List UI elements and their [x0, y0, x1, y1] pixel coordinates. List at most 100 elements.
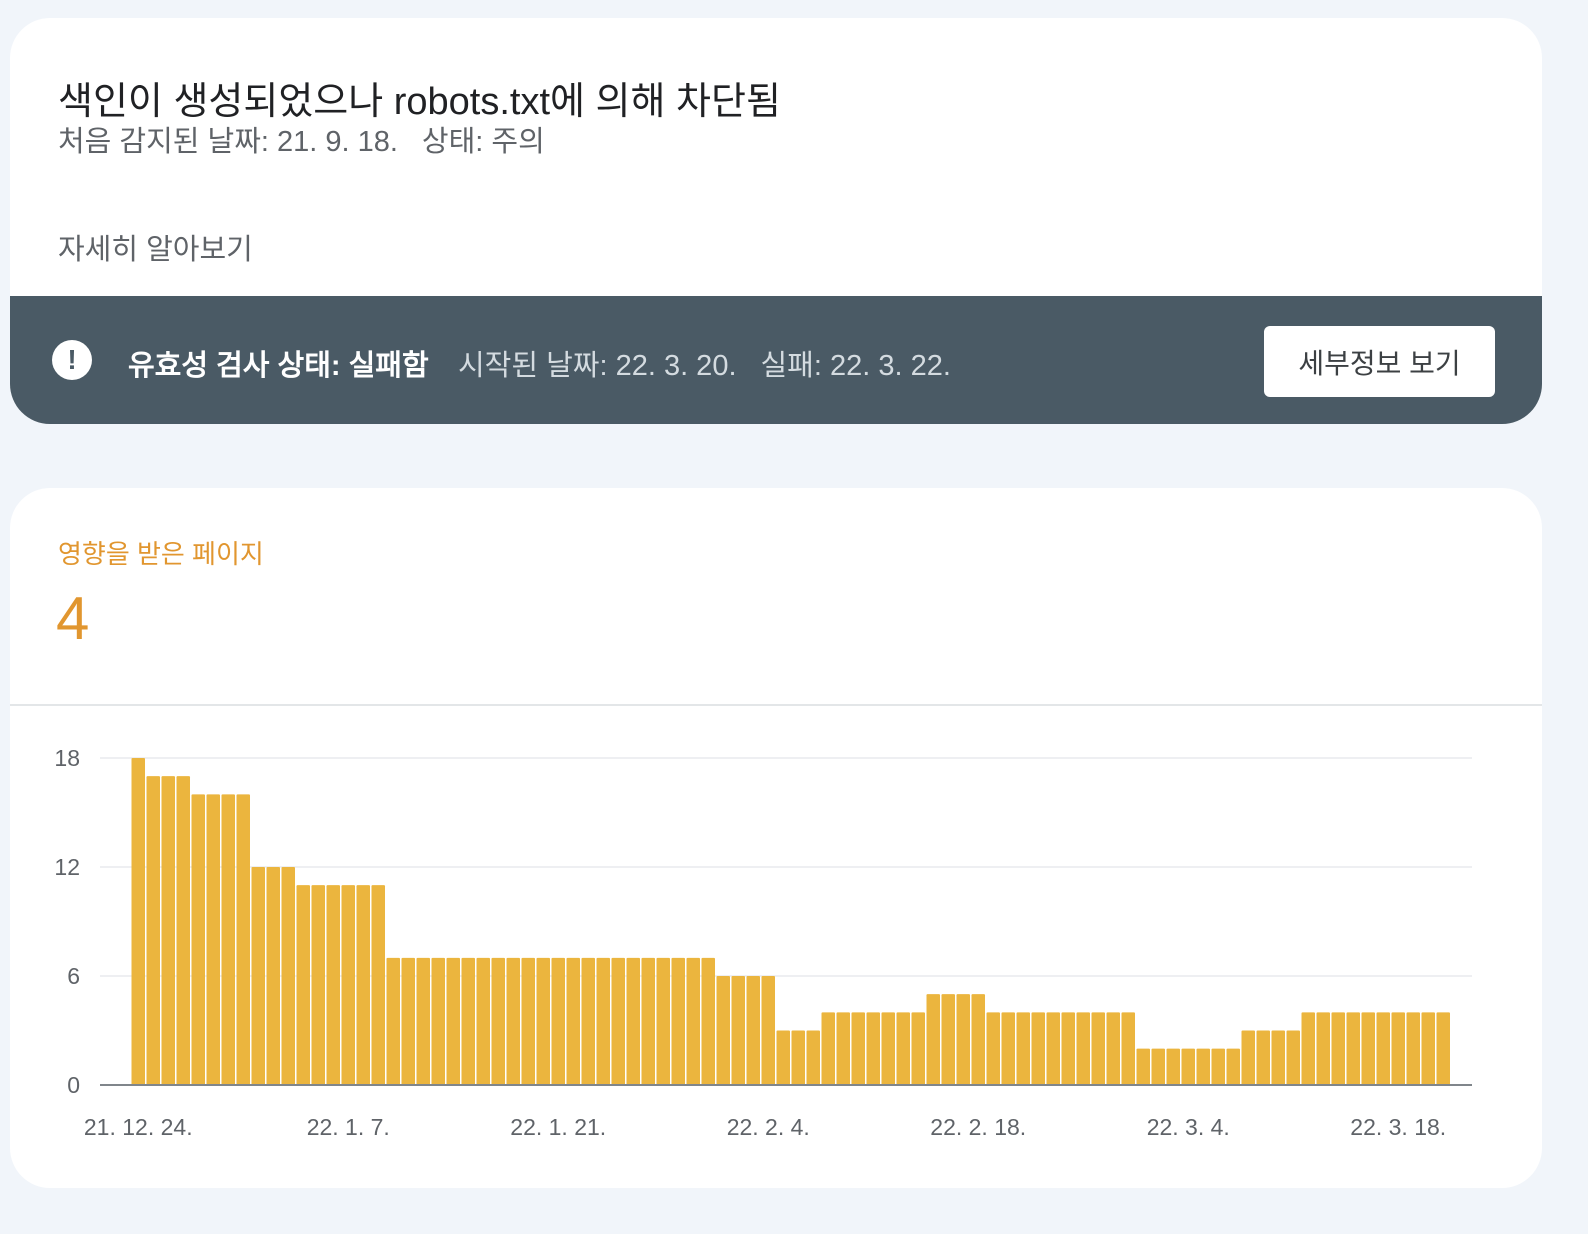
bar — [1256, 1030, 1270, 1085]
affected-pages-label: 영향을 받은 페이지 — [58, 539, 264, 569]
x-tick-label: 22. 1. 7. — [307, 1114, 390, 1140]
bar — [1196, 1048, 1210, 1085]
validation-meta: 시작된 날짜: 22. 3. 20. 실패: 22. 3. 22. — [458, 342, 951, 384]
bar — [356, 885, 370, 1085]
bar — [806, 1030, 820, 1085]
bar — [791, 1030, 805, 1085]
validation-failed-date: 실패: 22. 3. 22. — [760, 350, 951, 382]
alert-circle-icon: ! — [52, 340, 92, 380]
bar — [1361, 1012, 1375, 1085]
bar — [266, 867, 280, 1085]
bar — [971, 994, 985, 1085]
bar — [1331, 1012, 1345, 1085]
bar — [1151, 1048, 1165, 1085]
first-detected-date: 처음 감지된 날짜: 21. 9. 18. — [58, 126, 398, 158]
bar — [626, 957, 640, 1085]
bar — [506, 957, 520, 1085]
bar — [1001, 1012, 1015, 1085]
bar — [431, 957, 445, 1085]
bar — [566, 957, 580, 1085]
bar — [1181, 1048, 1195, 1085]
x-tick-label: 22. 2. 4. — [727, 1114, 810, 1140]
x-tick-label: 22. 3. 18. — [1350, 1114, 1446, 1140]
bar — [296, 885, 310, 1085]
bar — [311, 885, 325, 1085]
bar — [476, 957, 490, 1085]
bar — [836, 1012, 850, 1085]
x-tick-label: 22. 2. 18. — [930, 1114, 1026, 1140]
bar — [176, 776, 190, 1085]
x-tick-label: 22. 1. 21. — [510, 1114, 606, 1140]
bar — [1301, 1012, 1315, 1085]
bar — [1106, 1012, 1120, 1085]
affected-pages-count: 4 — [56, 585, 90, 652]
bar — [551, 957, 565, 1085]
learn-more-link[interactable]: 자세히 알아보기 — [58, 226, 253, 268]
bar — [1091, 1012, 1105, 1085]
bar — [1286, 1030, 1300, 1085]
bar — [536, 957, 550, 1085]
bar — [221, 794, 235, 1085]
issue-title: 색인이 생성되었으나 robots.txt에 의해 차단됨 — [58, 81, 781, 123]
bar — [1076, 1012, 1090, 1085]
bar — [656, 957, 670, 1085]
x-tick-label: 22. 3. 4. — [1147, 1114, 1230, 1140]
bar — [1061, 1012, 1075, 1085]
bar — [701, 957, 715, 1085]
bar — [1436, 1012, 1450, 1085]
bar — [371, 885, 385, 1085]
validation-started-date: 시작된 날짜: 22. 3. 20. — [458, 350, 737, 382]
bar — [446, 957, 460, 1085]
bar — [1241, 1030, 1255, 1085]
validation-status-bar: ! 유효성 검사 상태: 실패함 시작된 날짜: 22. 3. 20. 실패: 2… — [10, 296, 1542, 424]
bar — [1376, 1012, 1390, 1085]
bar — [1031, 1012, 1045, 1085]
bar — [1136, 1048, 1150, 1085]
bar — [941, 994, 955, 1085]
bar — [1016, 1012, 1030, 1085]
bar — [1166, 1048, 1180, 1085]
bar — [611, 957, 625, 1085]
bar — [956, 994, 970, 1085]
bar — [1046, 1012, 1060, 1085]
bar — [671, 957, 685, 1085]
bar — [821, 1012, 835, 1085]
bar — [716, 976, 730, 1085]
bar — [191, 794, 205, 1085]
bar — [401, 957, 415, 1085]
bar — [1121, 1012, 1135, 1085]
bar — [881, 1012, 895, 1085]
bar — [416, 957, 430, 1085]
validation-status-label: 유효성 검사 상태: 실패함 — [128, 350, 429, 382]
bar — [686, 957, 700, 1085]
bar — [641, 957, 655, 1085]
affected-pages-chart: 0 6 12 18 21. 12. 24. 22. 1. 7. 22. 1. 21. 22. … — [54, 745, 1472, 1140]
y-tick-label: 18 — [54, 745, 80, 771]
bar — [491, 957, 505, 1085]
bar — [206, 794, 220, 1085]
bar — [161, 776, 175, 1085]
issue-status: 상태: 주의 — [421, 126, 545, 158]
bar — [236, 794, 250, 1085]
view-details-button[interactable]: 세부정보 보기 — [1264, 326, 1495, 397]
bar — [461, 957, 475, 1085]
issue-meta: 처음 감지된 날짜: 21. 9. 18. 상태: 주의 — [58, 118, 545, 160]
bar — [986, 1012, 1000, 1085]
bar — [1271, 1030, 1285, 1085]
bar — [746, 976, 760, 1085]
bar — [1391, 1012, 1405, 1085]
bar — [521, 957, 535, 1085]
bar — [911, 1012, 925, 1085]
bar — [926, 994, 940, 1085]
bar — [731, 976, 745, 1085]
bar — [1346, 1012, 1360, 1085]
bar — [386, 957, 400, 1085]
bar — [1316, 1012, 1330, 1085]
bar — [251, 867, 265, 1085]
affected-pages-card: 영향을 받은 페이지 4 0 6 12 18 21. 12. 24. 22. 1. 7. 2… — [10, 488, 1542, 1188]
bar — [896, 1012, 910, 1085]
y-tick-label: 6 — [67, 963, 80, 989]
bar — [341, 885, 355, 1085]
x-tick-label: 21. 12. 24. — [84, 1114, 193, 1140]
bar — [131, 758, 145, 1085]
